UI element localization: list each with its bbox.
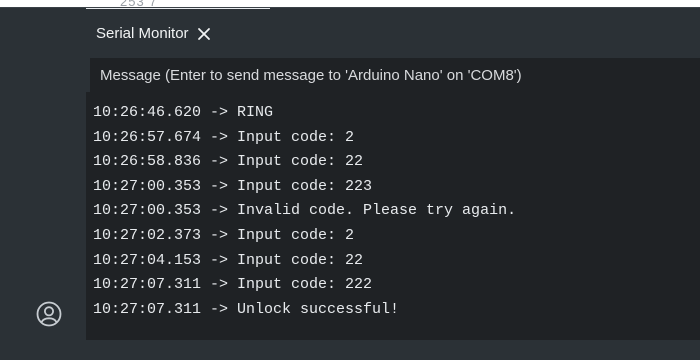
log-line: 10:27:00.353 -> Invalid code. Please try… [93, 202, 517, 220]
serial-output[interactable]: 10:26:46.620 -> RING 10:26:57.674 -> Inp… [86, 92, 700, 340]
log-line: 10:27:07.311 -> Input code: 222 [93, 276, 373, 294]
account-icon[interactable] [36, 301, 62, 327]
top-strip [0, 0, 700, 7]
tab-label: Serial Monitor [96, 25, 189, 42]
tab-serial-monitor[interactable]: Serial Monitor [86, 8, 270, 58]
message-bar [90, 58, 700, 92]
ide-window: 253 7 Serial Monitor 10:26:46.620 -> RIN… [0, 0, 700, 360]
message-input[interactable] [100, 61, 696, 89]
log-line: 10:26:46.620 -> RING [93, 104, 274, 121]
left-sidebar [0, 8, 86, 360]
log-line: 10:27:00.353 -> Input code: 223 [93, 177, 373, 195]
close-icon[interactable] [197, 27, 211, 41]
log-line: 10:27:07.311 -> Unlock successful! [93, 300, 400, 318]
bottom-strip [86, 340, 700, 360]
log-line: 10:27:02.373 -> Input code: 2 [93, 226, 355, 244]
log-line: 10:27:04.153 -> Input code: 22 [93, 251, 364, 269]
log-line: 10:26:57.674 -> Input code: 2 [93, 128, 355, 146]
panel-tab-strip: Serial Monitor [86, 8, 700, 58]
log-line: 10:26:58.836 -> Input code: 22 [93, 153, 364, 171]
